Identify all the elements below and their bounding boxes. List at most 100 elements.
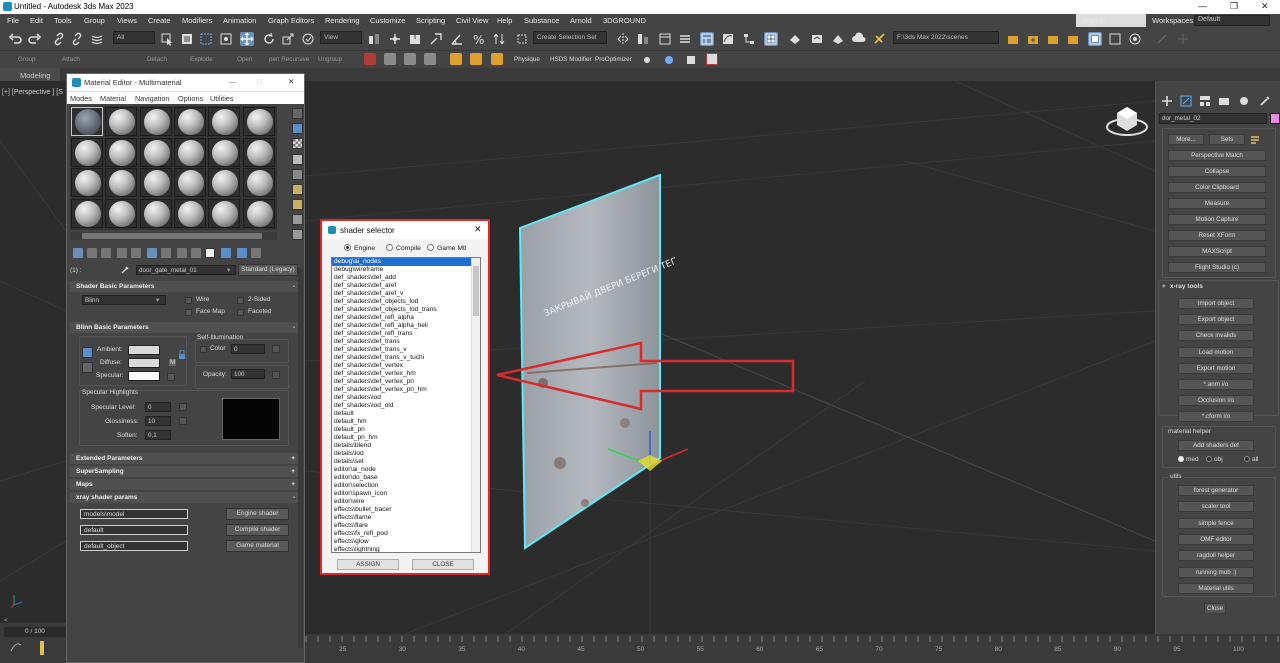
menu-scripting[interactable]: Scripting [416, 16, 445, 25]
cube-icon[interactable] [684, 53, 696, 65]
shader-list-item[interactable]: def_shaders\def_refl_alpha [332, 314, 480, 322]
material-slot[interactable] [105, 107, 138, 136]
menu-modifiers[interactable]: Modifiers [182, 16, 212, 25]
project-folder-dropdown[interactable]: F:\3ds Max 2022\scenes [893, 31, 999, 44]
close-window-button[interactable]: ✕ [1261, 1, 1269, 12]
hierarchy-tab-icon[interactable] [1199, 95, 1211, 107]
show-end-result-icon[interactable] [191, 248, 201, 258]
shader-list-item[interactable]: def_shaders\def_trans [332, 338, 480, 346]
shader-list[interactable]: debug\ai_nodes debug\wireframe def_shaders… [331, 257, 481, 553]
tool-icon-grey-1[interactable] [384, 53, 396, 65]
object-color-swatch[interactable] [1270, 113, 1280, 124]
utilities-button[interactable]: Reset XForm [1168, 230, 1266, 241]
glossiness-map-button[interactable] [179, 417, 187, 425]
shader-list-item[interactable]: def_shaders\def_objects_lod_trans [332, 306, 480, 314]
material-slot[interactable] [242, 198, 275, 228]
utilities-tab-icon[interactable] [1259, 95, 1271, 107]
project-icon-2[interactable] [1026, 32, 1040, 46]
put-to-library-icon[interactable] [147, 248, 157, 258]
go-to-parent-icon[interactable] [237, 248, 247, 258]
xray-buttons-button[interactable]: *.cform i/o [1178, 411, 1254, 423]
menu-group[interactable]: Group [84, 16, 105, 25]
menu-create[interactable]: Create [148, 16, 171, 25]
backlight-icon[interactable] [292, 123, 303, 134]
self-illum-map-button[interactable] [272, 345, 280, 353]
close-dialog-icon[interactable]: ✕ [474, 224, 482, 235]
material-slot[interactable] [173, 137, 206, 167]
minimize-button[interactable]: — [1198, 1, 1207, 11]
eyedropper-icon[interactable] [120, 265, 130, 275]
material-slot[interactable] [208, 107, 241, 136]
game-material-button[interactable]: Game material [226, 540, 289, 552]
edit-named-selection-icon[interactable] [515, 32, 529, 46]
radio-engine[interactable]: Engine [344, 244, 375, 252]
shader-list-item[interactable]: def_shaders\def_vertex_pn_hm [332, 386, 480, 394]
timeline[interactable]: 25 30 35 40 45 50 55 60 65 70 75 80 85 90 95 100 [305, 634, 1280, 663]
sign-in-button[interactable]: Sign In [1076, 14, 1146, 27]
material-slot[interactable] [208, 168, 241, 197]
specular-map-button[interactable] [167, 373, 175, 381]
assign-to-selection-icon[interactable] [101, 248, 111, 258]
material-slot[interactable] [208, 198, 241, 228]
game-material-field[interactable]: default_object [80, 541, 188, 551]
shader-list-scrollbar[interactable] [471, 258, 480, 552]
utilities-button[interactable]: Collapse [1168, 166, 1266, 177]
compile-shader-field[interactable]: default [80, 525, 188, 535]
menu-graph-editors[interactable]: Graph Editors [268, 16, 314, 25]
selection-filter-dropdown[interactable]: All [113, 31, 155, 44]
xray-buttons-button[interactable]: Occlusion i/o [1178, 395, 1254, 407]
render-icon[interactable] [706, 53, 718, 65]
shader-type-dropdown[interactable]: Blinn [82, 295, 166, 305]
material-map-navigator-icon[interactable] [292, 229, 303, 240]
menu-3dground[interactable]: 3DGROUND [603, 16, 646, 25]
select-object-icon[interactable] [160, 32, 174, 46]
spinner-snap-icon[interactable] [492, 32, 506, 46]
utils-buttons-button[interactable]: scaler tool [1178, 501, 1254, 513]
material-slot[interactable] [139, 107, 172, 136]
shader-list-item[interactable]: effects\bullet_tracer [332, 506, 480, 514]
open-button[interactable]: Open [237, 56, 252, 63]
show-shaded-icon[interactable] [221, 248, 231, 258]
rendered-frame-window-icon[interactable] [810, 32, 824, 46]
menu-tools[interactable]: Tools [54, 16, 72, 25]
utils-buttons-button[interactable]: ragdoll helper [1178, 550, 1254, 562]
specular-level-map-button[interactable] [179, 403, 187, 411]
engine-shader-field[interactable]: models\model [80, 509, 188, 519]
shader-list-item[interactable]: default_hm [332, 418, 480, 426]
viewport-icon-2[interactable] [1108, 32, 1122, 46]
xray-buttons-button[interactable]: Export object [1178, 314, 1254, 326]
radio-game-mtl[interactable]: Game Mtl [427, 244, 466, 252]
me-menu-utilities[interactable]: Utilities [210, 94, 234, 103]
lock-diffuse-specular-icon[interactable] [82, 362, 93, 373]
radio-med[interactable]: med [1178, 456, 1199, 463]
show-map-icon[interactable] [177, 248, 187, 258]
specular-swatch[interactable] [128, 371, 160, 381]
menu-help[interactable]: Help [497, 16, 512, 25]
select-scale-icon[interactable] [281, 32, 295, 46]
shader-list-item[interactable]: details\blend [332, 442, 480, 450]
shader-list-item[interactable]: default_pn [332, 426, 480, 434]
help-icon[interactable] [1128, 32, 1142, 46]
shader-list-item[interactable]: editor\selection [332, 482, 480, 490]
sphere-icon[interactable] [662, 53, 674, 65]
material-slot[interactable] [208, 137, 241, 167]
menu-edit[interactable]: Edit [30, 16, 43, 25]
material-slot[interactable] [105, 137, 138, 167]
opacity-map-button[interactable] [272, 371, 280, 379]
utils-buttons-button[interactable]: simple fence [1178, 517, 1254, 529]
tools-icon[interactable] [872, 32, 886, 46]
xray-buttons-button[interactable]: *.anm i/o [1178, 379, 1254, 390]
close-button[interactable]: CLOSE [412, 559, 474, 570]
put-to-scene-icon[interactable] [87, 248, 97, 258]
self-illum-value[interactable]: 0 [231, 344, 265, 354]
shader-list-item[interactable]: effects\flare [332, 522, 480, 530]
shader-list-item[interactable]: def_shaders\lod_old [332, 402, 480, 410]
shader-list-item[interactable]: effects\lightning [332, 546, 480, 552]
utilities-button[interactable]: MAXScript [1168, 246, 1266, 257]
make-preview-icon[interactable] [292, 184, 303, 195]
me-menu-modes[interactable]: Modes [70, 94, 92, 103]
curve-icon[interactable] [10, 641, 22, 653]
background-checker-icon[interactable] [292, 138, 303, 149]
render-setup-icon[interactable] [788, 32, 802, 46]
add-shaders-def-button[interactable]: Add shaders def [1178, 440, 1254, 451]
